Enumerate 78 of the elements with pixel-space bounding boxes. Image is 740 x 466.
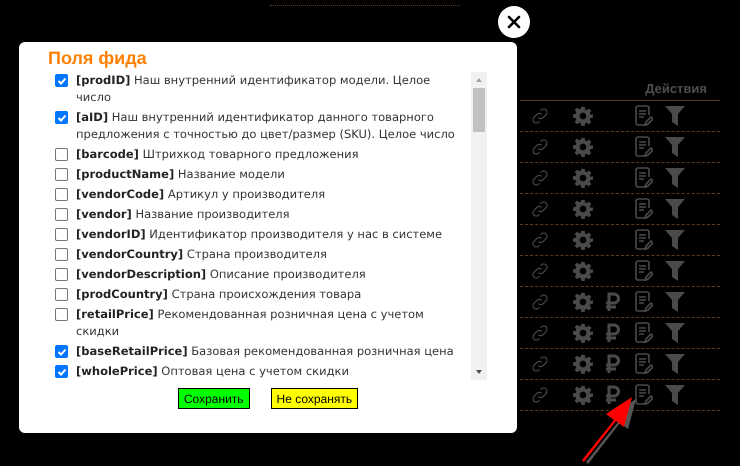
document-edit-icon[interactable] bbox=[635, 260, 653, 282]
field-label: [baseRetailPrice] Базовая рекомендованная розничная цена bbox=[76, 343, 454, 360]
field-label: [vendorID] Идентификатор производителя у нас в системе bbox=[76, 226, 442, 243]
gear-icon[interactable] bbox=[573, 385, 593, 405]
field-label: [wholePrice] Оптовая цена с учетом скидки bbox=[76, 363, 349, 380]
link-icon[interactable] bbox=[530, 199, 550, 219]
gear-icon[interactable] bbox=[573, 199, 593, 219]
link-icon[interactable] bbox=[530, 292, 550, 312]
scrollbar[interactable] bbox=[471, 72, 487, 380]
field-label: [vendorDescription] Описание производителя bbox=[76, 266, 366, 283]
link-icon[interactable] bbox=[530, 137, 550, 157]
ruble-icon[interactable] bbox=[605, 292, 621, 312]
document-edit-icon[interactable] bbox=[635, 353, 653, 375]
field-label: [prodCountry] Страна происхождения товара bbox=[76, 286, 362, 303]
link-icon[interactable] bbox=[530, 230, 550, 250]
link-icon[interactable] bbox=[530, 106, 550, 126]
gear-icon[interactable] bbox=[573, 106, 593, 126]
checkbox[interactable] bbox=[55, 345, 68, 358]
field-label: [barcode] Штрихкод товарного предложения bbox=[76, 146, 358, 163]
filter-icon[interactable] bbox=[665, 136, 685, 158]
column-header: Действия bbox=[645, 80, 707, 98]
gear-icon[interactable] bbox=[573, 292, 593, 312]
link-icon[interactable] bbox=[530, 323, 550, 343]
checkbox[interactable] bbox=[55, 288, 68, 301]
document-edit-icon[interactable] bbox=[635, 322, 653, 344]
close-icon bbox=[507, 15, 521, 29]
link-icon[interactable] bbox=[530, 354, 550, 374]
field-label: [retailPrice] Рекомендованная розничная цена с учетом скидки bbox=[76, 306, 425, 340]
gear-icon[interactable] bbox=[573, 354, 593, 374]
filter-icon[interactable] bbox=[665, 229, 685, 251]
gear-icon[interactable] bbox=[573, 261, 593, 281]
filter-icon[interactable] bbox=[665, 291, 685, 313]
close-button[interactable] bbox=[498, 6, 530, 38]
document-edit-icon[interactable] bbox=[635, 229, 653, 251]
document-edit-icon[interactable] bbox=[635, 136, 653, 158]
document-edit-icon[interactable] bbox=[635, 105, 653, 127]
checkbox[interactable] bbox=[55, 365, 68, 378]
field-label: [vendorCode] Артикул у производителя bbox=[76, 186, 326, 203]
checkbox[interactable] bbox=[55, 308, 68, 321]
document-edit-icon[interactable] bbox=[635, 167, 653, 189]
link-icon[interactable] bbox=[530, 168, 550, 188]
gear-icon[interactable] bbox=[573, 230, 593, 250]
ruble-icon[interactable] bbox=[605, 354, 621, 374]
gear-icon[interactable] bbox=[573, 137, 593, 157]
save-button[interactable]: Сохранить bbox=[178, 388, 250, 409]
filter-icon[interactable] bbox=[665, 322, 685, 344]
link-icon[interactable] bbox=[530, 385, 550, 405]
field-label: [vendor] Название производителя bbox=[76, 206, 290, 223]
dialog-title: Поля фида bbox=[48, 47, 148, 70]
field-label: [productName] Название модели bbox=[76, 166, 285, 183]
filter-icon[interactable] bbox=[665, 105, 685, 127]
field-label: [aID] Наш внутренний идентификатор данного товарного предложения с точностью до цвет/размер (SKU). Целое число bbox=[76, 109, 456, 143]
ruble-icon[interactable] bbox=[605, 385, 621, 405]
filter-icon[interactable] bbox=[665, 353, 685, 375]
checkbox[interactable] bbox=[55, 208, 68, 221]
checkbox[interactable] bbox=[55, 148, 68, 161]
checkbox[interactable] bbox=[55, 188, 68, 201]
checkbox[interactable] bbox=[55, 168, 68, 181]
checkbox[interactable] bbox=[55, 268, 68, 281]
cancel-button[interactable]: Не сохранять bbox=[270, 388, 358, 409]
filter-icon[interactable] bbox=[665, 384, 685, 406]
field-label: [vendorCountry] Страна производителя bbox=[76, 246, 327, 263]
filter-icon[interactable] bbox=[665, 198, 685, 220]
document-edit-icon[interactable] bbox=[635, 384, 653, 406]
scroll-thumb[interactable] bbox=[473, 88, 485, 132]
checkbox[interactable] bbox=[55, 228, 68, 241]
ruble-icon[interactable] bbox=[605, 323, 621, 343]
field-label: [prodID] Наш внутренний идентификатор модели. Целое число bbox=[76, 72, 432, 106]
checkbox[interactable] bbox=[55, 248, 68, 261]
document-edit-icon[interactable] bbox=[635, 291, 653, 313]
document-edit-icon[interactable] bbox=[635, 198, 653, 220]
link-icon[interactable] bbox=[530, 261, 550, 281]
gear-icon[interactable] bbox=[573, 168, 593, 188]
gear-icon[interactable] bbox=[573, 323, 593, 343]
filter-icon[interactable] bbox=[665, 260, 685, 282]
filter-icon[interactable] bbox=[665, 167, 685, 189]
checkbox[interactable] bbox=[55, 74, 68, 87]
checkbox[interactable] bbox=[55, 111, 68, 124]
